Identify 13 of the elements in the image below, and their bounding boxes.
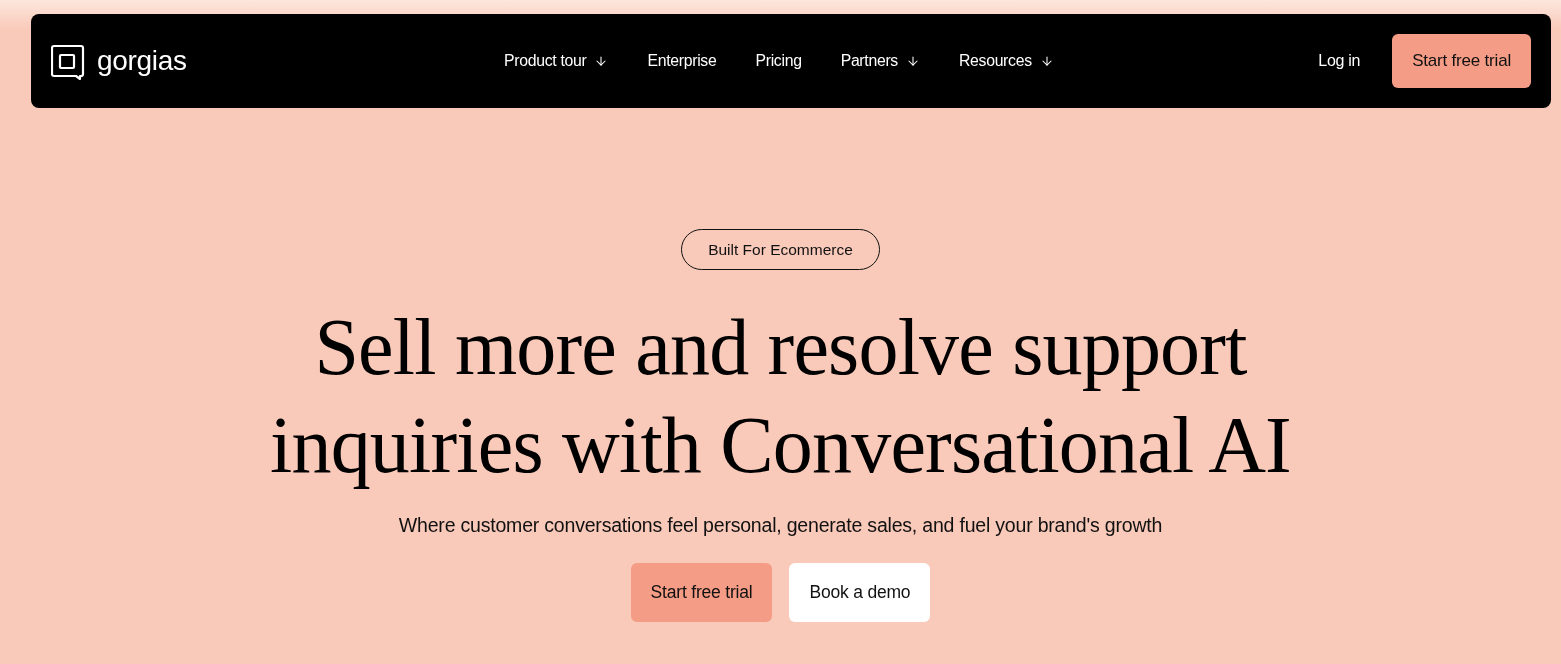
- nav-link[interactable]: Partners: [840, 52, 920, 70]
- book-demo-button[interactable]: Book a demo: [789, 563, 931, 622]
- start-trial-button[interactable]: Start free trial: [1392, 34, 1531, 88]
- hero-subtitle: Where customer conversations feel personal, generate sales, and fuel your brand's growth: [398, 514, 1163, 537]
- logo-icon: [51, 43, 85, 81]
- start-trial-button[interactable]: Start free trial: [630, 563, 773, 622]
- nav-link[interactable]: Enterprise: [647, 52, 717, 70]
- nav-link[interactable]: Resources: [958, 52, 1054, 70]
- nav-link[interactable]: Product tour: [504, 52, 609, 70]
- nav-link[interactable]: Pricing: [755, 52, 802, 70]
- brand-logo-text[interactable]: gorgias: [97, 46, 187, 78]
- login-link[interactable]: Log in: [1318, 52, 1361, 70]
- hero-heading: Sell more and resolve support inquiries with Conversational AI: [270, 302, 1291, 491]
